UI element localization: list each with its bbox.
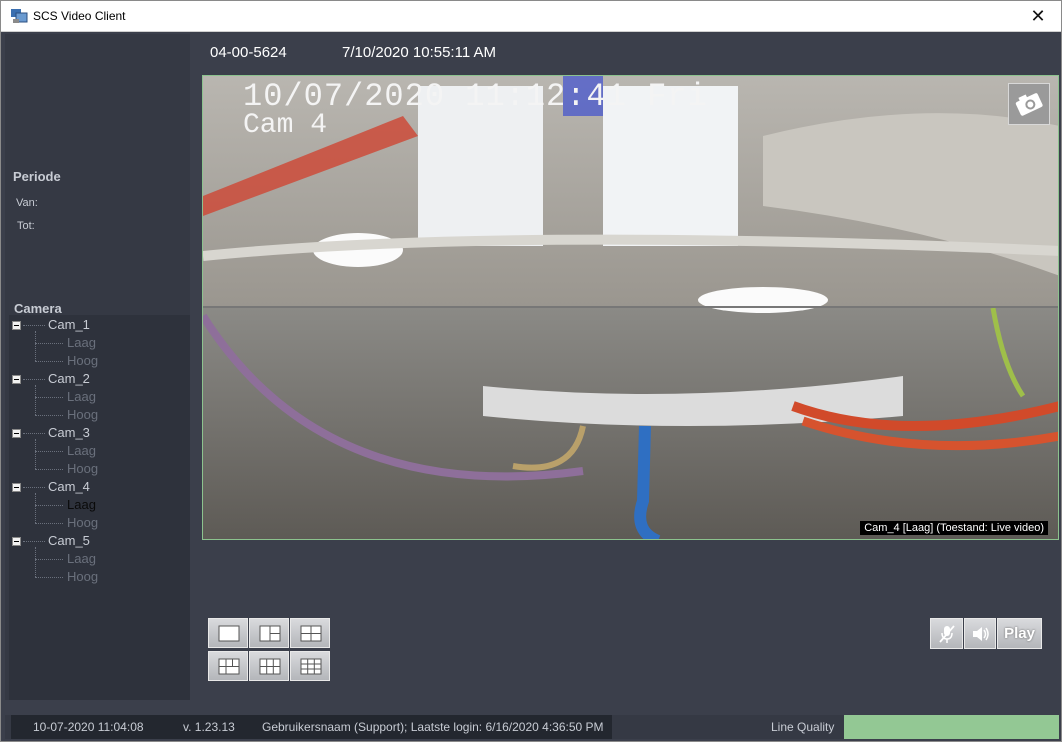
tree-node-cam-4[interactable]: Cam_4: [48, 479, 90, 494]
tree-node-cam-2[interactable]: Cam_2: [48, 371, 90, 386]
layout-3x2-button[interactable]: [249, 651, 289, 681]
play-button[interactable]: Play: [997, 618, 1042, 649]
tree-node-cam-1[interactable]: Cam_1: [48, 317, 90, 332]
layout-3x3-button[interactable]: [290, 651, 330, 681]
collapse-icon[interactable]: [12, 429, 21, 438]
osd-camera-name: Cam 4: [243, 110, 328, 141]
collapse-icon[interactable]: [12, 375, 21, 384]
collapse-icon[interactable]: [12, 537, 21, 546]
tree-stream-cam-5-hoog[interactable]: Hoog: [67, 569, 98, 584]
tree-stream-cam-1-laag[interactable]: Laag: [67, 335, 96, 350]
layout-3x2-icon: [259, 658, 281, 675]
camera-tree[interactable]: Cam_1 Laag Hoog Cam_2 Laag Hoog Cam_3 La…: [9, 315, 190, 700]
tree-node-cam-5[interactable]: Cam_5: [48, 533, 90, 548]
tot-label: Tot:: [17, 220, 35, 232]
status-user-info: Gebruikersnaam (Support); Laatste login:…: [237, 715, 612, 739]
status-bar: 10-07-2020 11:04:08 v. 1.23.13 Gebruiker…: [5, 715, 1059, 739]
status-date: 10-07-2020 11:04:08: [11, 715, 157, 739]
mute-button[interactable]: [930, 618, 963, 649]
layout-1plus2-button[interactable]: [249, 618, 289, 648]
status-version: v. 1.23.13: [157, 715, 237, 739]
device-id: 04-00-5624: [210, 44, 287, 61]
video-status-label: Cam_4 [Laag] (Toestand: Live video): [860, 521, 1048, 535]
layout-1plus2-icon: [259, 625, 281, 642]
collapse-icon[interactable]: [12, 483, 21, 492]
layout-1x1-icon: [218, 625, 240, 642]
video-viewport[interactable]: 10/07/2020 11:12:41 Fri Cam 4 Cam_4 [Laa…: [202, 75, 1059, 540]
van-label: Van:: [16, 197, 38, 209]
window-title: SCS Video Client: [33, 9, 126, 23]
tree-stream-cam-2-hoog[interactable]: Hoog: [67, 407, 98, 422]
layout-2x2-icon: [300, 625, 322, 642]
speaker-icon: [973, 627, 989, 641]
tree-node-cam-3[interactable]: Cam_3: [48, 425, 90, 440]
snapshot-button[interactable]: [1008, 83, 1050, 125]
layout-3x3-icon: [300, 658, 322, 675]
layout-2x2-button[interactable]: [290, 618, 330, 648]
app-window: SCS Video Client ✕ Periode Van: Tot: Cam…: [0, 0, 1062, 742]
tree-stream-cam-5-laag[interactable]: Laag: [67, 551, 96, 566]
line-quality-label: Line Quality: [771, 720, 835, 734]
collapse-icon[interactable]: [12, 321, 21, 330]
title-bar: SCS Video Client ✕: [1, 1, 1061, 32]
tree-stream-cam-1-hoog[interactable]: Hoog: [67, 353, 98, 368]
line-quality-indicator: [844, 715, 1059, 739]
app-logo-icon: [11, 9, 28, 23]
periode-heading: Periode: [13, 169, 61, 184]
layout-1x1-button[interactable]: [208, 618, 248, 648]
close-icon: ✕: [1030, 6, 1046, 26]
camera-snapshot-icon: [1015, 93, 1043, 116]
video-frame: [203, 76, 1058, 539]
layout-1plus3-icon: [218, 658, 240, 675]
media-controls: Play: [930, 618, 1042, 649]
audio-button[interactable]: [964, 618, 996, 649]
camera-heading: Camera: [14, 301, 62, 316]
tree-stream-cam-4-hoog[interactable]: Hoog: [67, 515, 98, 530]
tree-stream-cam-2-laag[interactable]: Laag: [67, 389, 96, 404]
close-button[interactable]: ✕: [1015, 1, 1061, 32]
layout-selector: [208, 618, 330, 682]
mic-muted-icon: [939, 625, 955, 643]
tree-stream-cam-3-hoog[interactable]: Hoog: [67, 461, 98, 476]
tree-stream-cam-3-laag[interactable]: Laag: [67, 443, 96, 458]
tree-stream-cam-4-laag-selected[interactable]: Laag: [67, 497, 96, 512]
layout-1plus3-button[interactable]: [208, 651, 248, 681]
header-datetime: 7/10/2020 10:55:11 AM: [342, 44, 497, 61]
